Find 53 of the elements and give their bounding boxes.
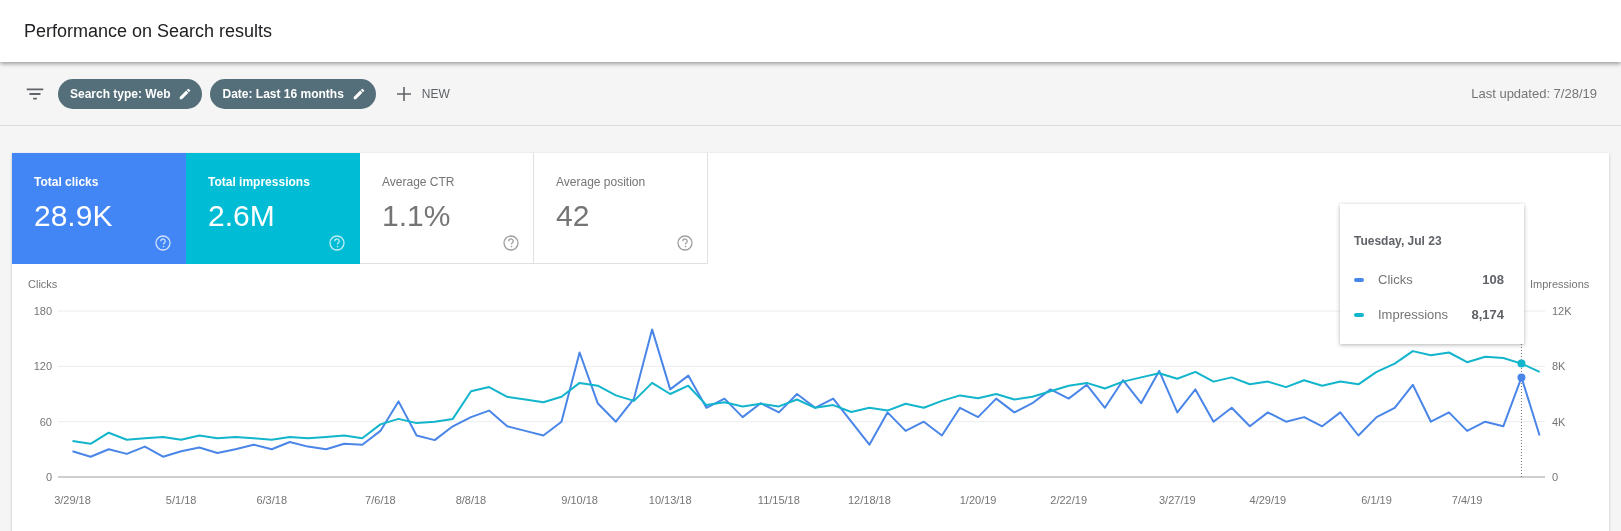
axis-label: 4K	[1552, 415, 1566, 428]
metric-tile[interactable]: Average CTR 1.1%	[360, 153, 534, 264]
axis-label: 180	[33, 305, 52, 317]
metric-value: 1.1%	[382, 199, 452, 233]
help-icon[interactable]	[677, 235, 693, 251]
tooltip-label: Clicks	[1378, 272, 1414, 287]
axis-title: Clicks	[28, 278, 58, 290]
pencil-icon	[351, 86, 366, 101]
metric-tile[interactable]: Total clicks 28.9K	[12, 153, 186, 264]
data-point	[1517, 359, 1526, 368]
axis-label: 11/15/18	[757, 494, 800, 506]
axis-label: 9/10/18	[561, 494, 598, 506]
metric-tile[interactable]: Average position 42	[534, 153, 708, 264]
metric-label: Average CTR	[382, 175, 456, 189]
metric-label: Average position	[556, 175, 647, 189]
new-button[interactable]: NEW	[383, 78, 462, 109]
axis-label: 3/29/18	[54, 494, 91, 506]
axis-label: 12/18/18	[848, 494, 891, 506]
axis-label: 2/22/19	[1050, 494, 1087, 506]
axis-label: 60	[39, 415, 52, 428]
axis-label: 6/1/19	[1361, 494, 1392, 506]
axis-label: 4/29/19	[1249, 494, 1287, 506]
metric-value: 42	[556, 199, 591, 233]
axis-label: 10/13/18	[648, 494, 692, 506]
filter-chip[interactable]: Search type: Web	[58, 78, 203, 109]
axis-label: 6/3/18	[256, 494, 287, 506]
axis-label: 8K	[1552, 360, 1566, 373]
axis-label: 7/4/19	[1451, 494, 1483, 506]
data-point	[1517, 373, 1526, 382]
axis-label: 12K	[1552, 305, 1572, 317]
help-icon[interactable]	[503, 235, 519, 251]
metric-value: 28.9K	[34, 199, 114, 233]
pencil-icon	[178, 86, 193, 101]
axis-label: 0	[1552, 471, 1559, 483]
axis-label: 7/6/18	[365, 494, 396, 506]
page-title: Performance on Search results	[24, 20, 273, 42]
axis-label: 1/20/19	[959, 494, 997, 506]
axis-label: 5/1/18	[165, 494, 197, 506]
metric-label: Total impressions	[208, 175, 311, 189]
axis-label: 0	[45, 471, 52, 483]
tooltip-date: Tuesday, Jul 23	[1354, 234, 1443, 248]
axis-title: Impressions	[1530, 278, 1590, 290]
axis-label: 120	[33, 360, 52, 373]
tooltip-label: Impressions	[1378, 307, 1450, 322]
metric-label: Total clicks	[34, 175, 100, 189]
axis-label: 8/8/18	[455, 494, 487, 506]
plus-icon	[395, 85, 412, 102]
last-updated-text: Last updated: 7/28/19	[1471, 86, 1597, 101]
tooltip-value: 108	[1482, 272, 1504, 287]
filter-chip[interactable]: Date: Last 16 months	[210, 78, 376, 109]
metric-value: 2.6M	[208, 199, 276, 233]
axis-label: 3/27/19	[1158, 494, 1196, 506]
tooltip-value: 8,174	[1471, 307, 1504, 322]
